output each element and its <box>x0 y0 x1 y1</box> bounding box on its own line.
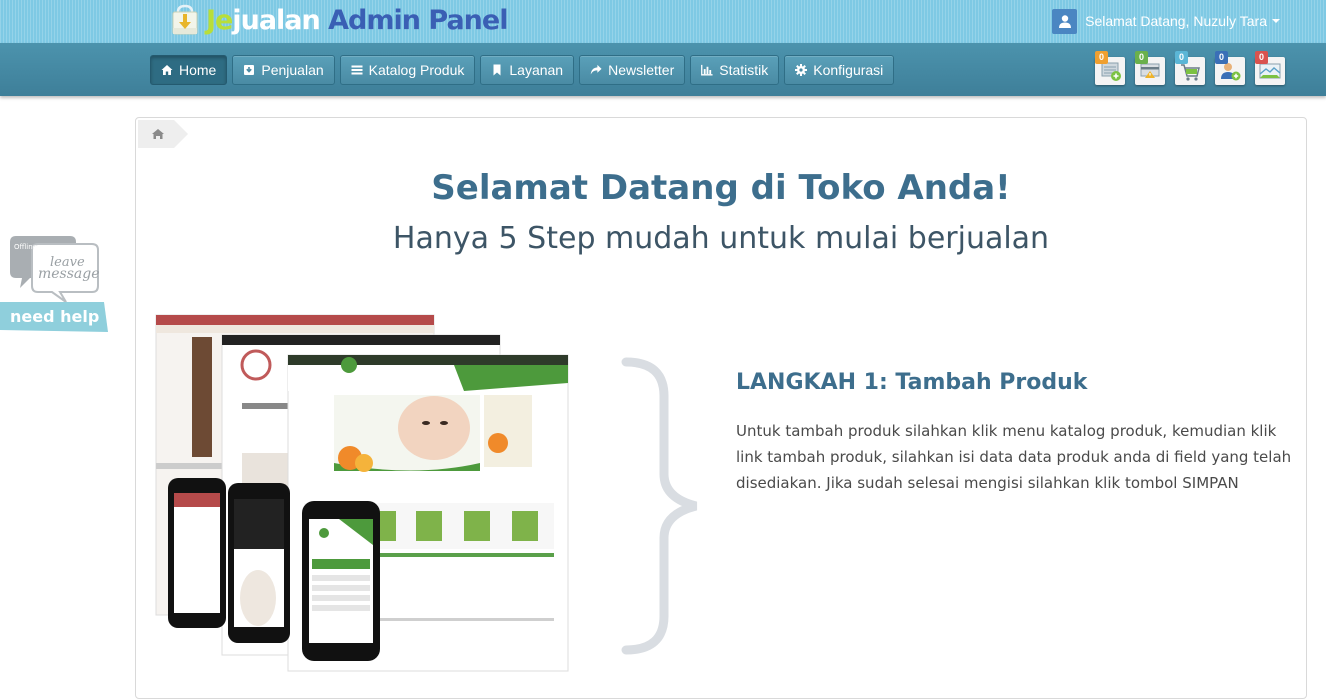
user-greeting: Selamat Datang, Nuzuly Tara <box>1085 13 1267 29</box>
step-description: Untuk tambah produk silahkan klik menu k… <box>736 422 1292 492</box>
nav-katalog-produk-label: Katalog Produk <box>368 62 465 78</box>
nav-konfigurasi-label: Konfigurasi <box>813 62 884 78</box>
logo-text-je: Je <box>206 4 233 36</box>
page-title: Selamat Datang di Toko Anda! <box>431 168 1011 208</box>
nav-newsletter-button[interactable]: Newsletter <box>579 55 686 85</box>
cart-count-badge: 0 <box>1175 51 1188 64</box>
payment-confirm-button[interactable]: 0 <box>1135 51 1165 85</box>
user-icon <box>1052 8 1078 34</box>
nav-katalog-produk-button[interactable]: Katalog Produk <box>339 55 476 85</box>
app-logo[interactable]: Jejualan Admin Panel <box>168 2 508 38</box>
nav-newsletter-label: Newsletter <box>608 62 675 78</box>
chevron-down-icon <box>1272 19 1280 23</box>
message-count-badge: 0 <box>1255 51 1268 64</box>
help-widget-need-help-text: need help ? <box>10 307 110 326</box>
step-title: LANGKAH 1: Tambah Produk <box>736 370 1088 395</box>
new-customer-count-badge: 0 <box>1215 51 1228 64</box>
download-box-icon <box>243 64 255 76</box>
main-navbar: Home Penjualan Katalog Produk Layanan Ne… <box>0 43 1326 96</box>
message-button[interactable]: 0 <box>1255 51 1285 85</box>
nav-penjualan-label: Penjualan <box>261 62 324 78</box>
nav-layanan-button[interactable]: Layanan <box>480 55 575 85</box>
home-icon <box>161 64 173 76</box>
quick-notification-icons: 0 0 0 0 0 <box>1095 51 1285 85</box>
list-icon <box>351 64 363 76</box>
logo-text-jualan: jualan <box>232 4 320 36</box>
nav-home-label: Home <box>179 62 217 78</box>
storefront-devices-illustration <box>154 313 574 673</box>
user-menu-dropdown[interactable]: Selamat Datang, Nuzuly Tara <box>1052 8 1280 34</box>
nav-konfigurasi-button[interactable]: Konfigurasi <box>784 55 895 85</box>
help-widget-offline-text: Offline <box>14 243 37 251</box>
nav-home-button[interactable]: Home <box>150 55 228 85</box>
gear-icon <box>795 64 808 76</box>
new-order-count-badge: 0 <box>1095 51 1108 64</box>
page-subtitle: Hanya 5 Step mudah untuk mulai berjualan <box>392 221 1050 256</box>
nav-penjualan-button[interactable]: Penjualan <box>232 55 335 85</box>
decorative-brace <box>616 356 706 656</box>
bar-chart-icon <box>701 64 713 76</box>
share-arrow-icon <box>590 64 602 76</box>
bookmark-icon <box>491 64 503 76</box>
nav-layanan-label: Layanan <box>509 62 564 78</box>
help-widget[interactable]: Offline leave message need help ? <box>0 232 114 334</box>
logo-text-admin-panel: Admin Panel <box>319 4 508 36</box>
nav-statistik-label: Statistik <box>719 62 769 78</box>
new-order-button[interactable]: 0 <box>1095 51 1125 85</box>
main-panel: Selamat Datang di Toko Anda! Hanya 5 Ste… <box>135 117 1307 699</box>
help-widget-message-text: message <box>38 266 100 282</box>
cart-button[interactable]: 0 <box>1175 51 1205 85</box>
nav-statistik-button[interactable]: Statistik <box>690 55 780 85</box>
main-menu: Home Penjualan Katalog Produk Layanan Ne… <box>150 55 895 85</box>
payment-confirm-count-badge: 0 <box>1135 51 1148 64</box>
breadcrumb-home[interactable] <box>138 120 190 148</box>
top-bar: Jejualan Admin Panel Selamat Datang, Nuz… <box>0 0 1326 43</box>
shopping-bag-icon <box>168 3 202 37</box>
new-customer-button[interactable]: 0 <box>1215 51 1245 85</box>
